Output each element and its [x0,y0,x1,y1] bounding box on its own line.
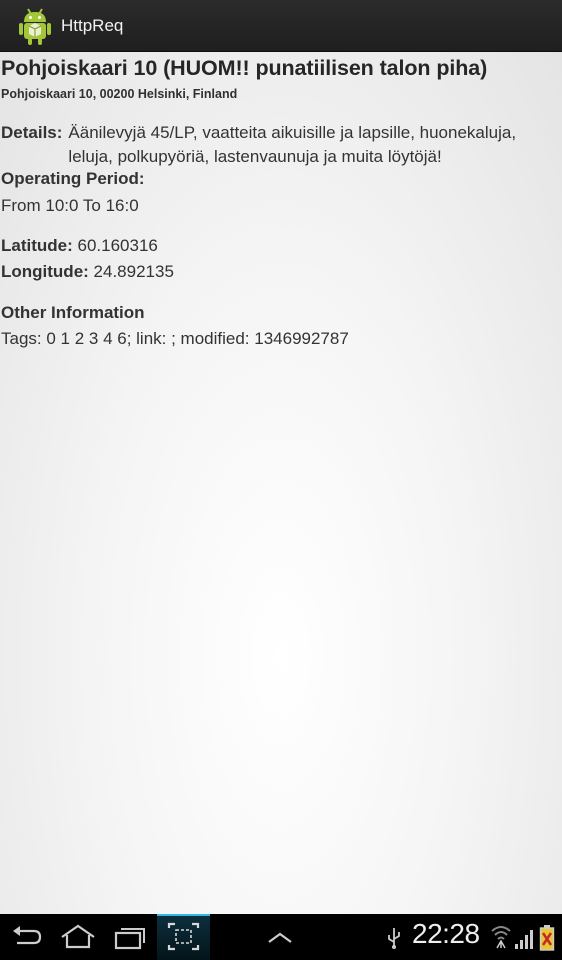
operating-period-label: Operating Period: [1,169,145,188]
place-address: Pohjoiskaari 10, 00200 Helsinki, Finland [1,87,238,101]
details-row: Details: Äänilevyjä 45/LP, vaatteita aik… [1,121,561,169]
battery-icon [539,925,555,951]
other-information-label: Other Information [1,303,145,322]
usb-icon [388,928,400,949]
home-icon [61,924,95,949]
longitude-label: Longitude: [1,262,89,281]
menu-up-icon [268,932,292,943]
status-clock: 22:28 [412,918,480,949]
other-information-value: Tags: 0 1 2 3 4 6; link: ; modified: 134… [1,329,349,348]
screenshot-icon [167,922,200,951]
system-bar: 22:28 [0,914,562,960]
place-title: Pohjoiskaari 10 (HUOM!! punatiilisen tal… [1,56,488,80]
wifi-icon [491,926,511,949]
longitude-value: 24.892135 [93,262,174,281]
details-label: Details: [1,123,63,142]
home-button[interactable] [56,914,100,960]
back-icon [13,926,42,945]
content-area: Pohjoiskaari 10 (HUOM!! punatiilisen tal… [0,52,562,914]
latitude-label: Latitude: [1,236,73,255]
latitude-row: Latitude: 60.160316 [1,236,158,256]
signal-icon [515,930,533,949]
details-text: Äänilevyjä 45/LP, vaatteita aikuisille j… [68,123,517,166]
operating-period-value: From 10:0 To 16:0 [1,196,139,215]
action-bar: HttpReq [0,0,562,52]
recent-apps-icon [114,928,145,950]
recent-apps-button[interactable] [108,914,152,960]
screenshot-button[interactable] [157,914,210,960]
back-button[interactable] [4,914,48,960]
android-robot-icon[interactable] [15,6,55,46]
screen: HttpReq Pohjoiskaari 10 (HUOM!! punatiil… [0,0,562,960]
app-title: HttpReq [61,15,124,35]
latitude-value: 60.160316 [77,236,158,255]
longitude-row: Longitude: 24.892135 [1,262,174,282]
menu-up-button[interactable] [260,914,300,960]
